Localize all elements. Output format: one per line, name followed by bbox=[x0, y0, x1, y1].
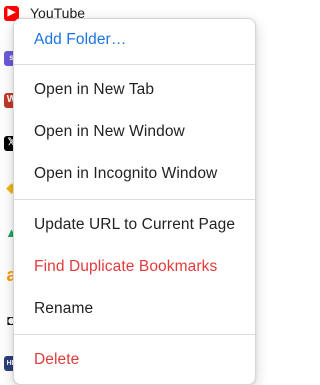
menu-separator bbox=[14, 334, 255, 335]
menu-item-find-duplicates[interactable]: Find Duplicate Bookmarks bbox=[34, 258, 217, 276]
menu-item-open-new-window[interactable]: Open in New Window bbox=[34, 123, 185, 141]
menu-item-delete[interactable]: Delete bbox=[34, 351, 79, 369]
menu-separator bbox=[14, 199, 255, 200]
bookmark-context-menu: Add Folder… Open in New Tab Open in New … bbox=[13, 18, 256, 385]
menu-item-rename[interactable]: Rename bbox=[34, 300, 93, 318]
menu-separator bbox=[14, 64, 255, 65]
menu-item-open-incognito[interactable]: Open in Incognito Window bbox=[34, 165, 217, 183]
menu-item-update-url[interactable]: Update URL to Current Page bbox=[34, 216, 235, 234]
bookmarks-page: ▶ YouTube s W 𝕏 ◆ ▲ a ◘ HP Add Folder… O… bbox=[0, 0, 259, 385]
menu-item-add-folder[interactable]: Add Folder… bbox=[34, 31, 126, 49]
menu-item-open-new-tab[interactable]: Open in New Tab bbox=[34, 81, 154, 99]
